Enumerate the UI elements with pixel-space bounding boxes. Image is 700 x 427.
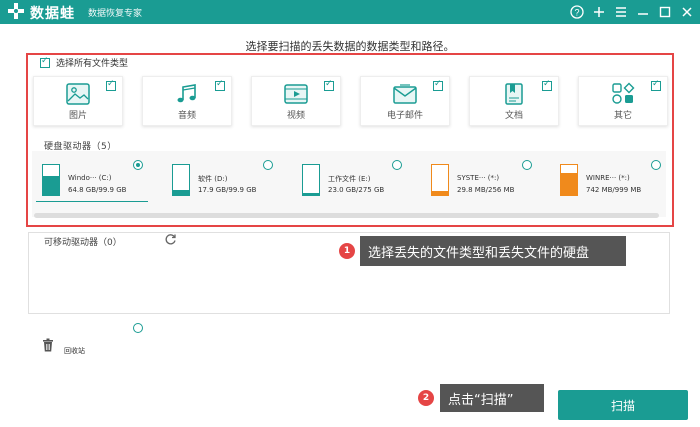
drive-icon — [560, 164, 578, 196]
filetype-card-email[interactable]: 电子邮件 — [360, 76, 450, 126]
callout-2-text: 点击“扫描” — [448, 392, 514, 408]
drive-usage-fill — [43, 175, 59, 195]
menu-icon[interactable] — [612, 3, 630, 21]
drive-icon — [42, 164, 60, 196]
recycle-bin-radio[interactable] — [133, 323, 143, 333]
filetype-checkbox[interactable] — [324, 79, 334, 91]
filetype-checkbox[interactable] — [651, 79, 661, 91]
minimize-icon[interactable] — [634, 3, 652, 21]
drive-radio[interactable] — [263, 160, 273, 170]
drive-name: SYSTE··· (*:) — [457, 174, 500, 182]
filetype-card-document[interactable]: 文档 — [469, 76, 559, 126]
callout-1: 选择丢失的文件类型和丢失文件的硬盘 — [360, 236, 626, 266]
refresh-icon[interactable] — [164, 233, 177, 250]
scan-button[interactable]: 扫描 — [558, 390, 688, 420]
filetype-label: 图片 — [68, 111, 87, 121]
recycle-bin-icon[interactable] — [42, 338, 54, 352]
callout-number-1: 1 — [339, 243, 355, 259]
drive-radio[interactable] — [522, 160, 532, 170]
drive-name: 工作文件 (E:) — [328, 175, 371, 183]
callout-1-text: 选择丢失的文件类型和丢失文件的硬盘 — [368, 245, 590, 261]
filetype-label: 音频 — [177, 111, 196, 121]
app-subtitle: 数据恢复专家 — [88, 9, 143, 19]
help-icon[interactable]: ? — [568, 3, 586, 21]
title-bar: 数据蛙 数据恢复专家 ? — [0, 0, 700, 24]
drive-radio[interactable] — [651, 160, 661, 170]
drive-name: Windo··· (C:) — [68, 174, 112, 182]
filetype-checkbox[interactable] — [433, 79, 443, 91]
filetype-card-video[interactable]: 视频 — [251, 76, 341, 126]
app-name: 数据蛙 — [30, 6, 75, 22]
drive-size: 23.0 GB/275 GB — [328, 186, 385, 194]
select-all-row[interactable]: 选择所有文件类型 — [40, 56, 128, 69]
drive-name: WINRE··· (*:) — [586, 174, 630, 182]
drive-radio[interactable] — [133, 160, 143, 170]
svg-text:?: ? — [574, 8, 579, 18]
drive-size: 29.8 MB/256 MB — [457, 186, 515, 194]
callout-2: 点击“扫描” — [440, 384, 544, 412]
filetype-label: 视频 — [286, 111, 305, 121]
selected-drive-underline — [36, 201, 148, 202]
drive-size: 17.9 GB/99.9 GB — [198, 186, 257, 194]
image-icon — [66, 83, 90, 105]
removable-drives-title: 可移动驱动器（0） — [44, 238, 122, 248]
email-icon — [393, 84, 417, 104]
filetype-checkbox[interactable] — [215, 79, 225, 91]
document-icon — [505, 83, 523, 105]
drive-usage-fill — [432, 191, 448, 195]
other-icon — [612, 82, 635, 104]
drive-radio[interactable] — [392, 160, 402, 170]
plus-icon[interactable] — [590, 3, 608, 21]
filetype-checkbox[interactable] — [106, 79, 116, 91]
drive-icon — [172, 164, 190, 196]
maximize-icon[interactable] — [656, 3, 674, 21]
video-icon — [284, 84, 308, 104]
filetype-card-audio[interactable]: 音频 — [142, 76, 232, 126]
select-all-label: 选择所有文件类型 — [56, 59, 129, 69]
app-logo-icon — [8, 3, 24, 19]
select-all-checkbox[interactable] — [40, 56, 50, 68]
drive-name: 软件 (D:) — [198, 175, 228, 183]
drive-usage-fill — [303, 192, 319, 195]
callout-number-2: 2 — [418, 390, 434, 406]
instruction-text: 选择要扫描的丢失数据的数据类型和路径。 — [245, 40, 455, 53]
drive-size: 742 MB/999 MB — [586, 186, 642, 194]
horizontal-scrollbar[interactable] — [34, 213, 659, 218]
music-icon — [177, 84, 196, 103]
filetype-card-other[interactable]: 其它 — [578, 76, 668, 126]
drive-size: 64.8 GB/99.9 GB — [68, 186, 127, 194]
filetype-checkbox[interactable] — [542, 79, 552, 91]
filetype-card-image[interactable]: 图片 — [33, 76, 123, 126]
close-icon[interactable] — [678, 3, 696, 21]
drive-icon — [302, 164, 320, 196]
filetype-label: 电子邮件 — [386, 111, 423, 121]
recycle-bin-label: 回收站 — [64, 347, 85, 355]
drive-usage-fill — [173, 189, 189, 195]
drive-icon — [431, 164, 449, 196]
filetype-label: 其它 — [613, 111, 632, 121]
filetype-label: 文档 — [504, 111, 523, 121]
drive-usage-fill — [561, 172, 577, 195]
